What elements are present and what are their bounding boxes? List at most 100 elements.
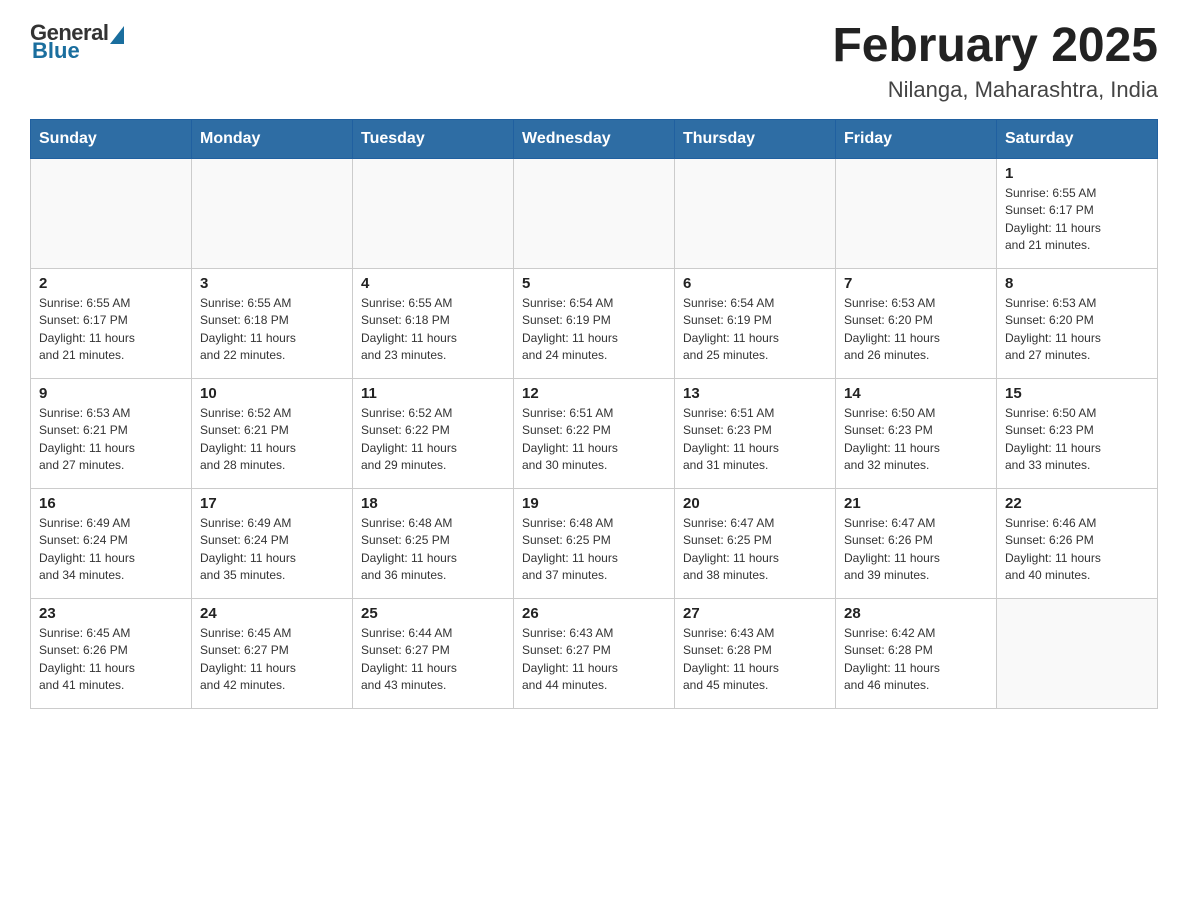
calendar-cell: 1Sunrise: 6:55 AMSunset: 6:17 PMDaylight… bbox=[997, 158, 1158, 268]
weekday-header-wednesday: Wednesday bbox=[514, 119, 675, 158]
day-number: 19 bbox=[522, 495, 666, 512]
day-number: 15 bbox=[1005, 385, 1149, 402]
day-info: Sunrise: 6:43 AMSunset: 6:27 PMDaylight:… bbox=[522, 625, 666, 695]
calendar-cell bbox=[192, 158, 353, 268]
day-number: 3 bbox=[200, 275, 344, 292]
day-info: Sunrise: 6:45 AMSunset: 6:27 PMDaylight:… bbox=[200, 625, 344, 695]
day-number: 26 bbox=[522, 605, 666, 622]
day-info: Sunrise: 6:48 AMSunset: 6:25 PMDaylight:… bbox=[522, 515, 666, 585]
calendar-cell: 9 Sunrise: 6:53 AMSunset: 6:21 PMDaylight… bbox=[31, 378, 192, 488]
calendar-cell: 27 Sunrise: 6:43 AMSunset: 6:28 PMDayligh… bbox=[675, 598, 836, 708]
page-header: General Blue February 2025 Nilanga, Maha… bbox=[30, 20, 1158, 103]
day-info: Sunrise: 6:43 AMSunset: 6:28 PMDaylight:… bbox=[683, 625, 827, 695]
calendar-table: SundayMondayTuesdayWednesdayThursdayFrid… bbox=[30, 119, 1158, 709]
day-number: 25 bbox=[361, 605, 505, 622]
day-info: Sunrise: 6:55 AMSunset: 6:18 PMDaylight:… bbox=[361, 295, 505, 365]
calendar-cell: 25 Sunrise: 6:44 AMSunset: 6:27 PMDayligh… bbox=[353, 598, 514, 708]
day-info: Sunrise: 6:55 AMSunset: 6:17 PMDaylight:… bbox=[39, 295, 183, 365]
calendar-cell: 8 Sunrise: 6:53 AMSunset: 6:20 PMDaylight… bbox=[997, 268, 1158, 378]
logo-triangle-icon bbox=[110, 26, 124, 44]
calendar-week-row: 1Sunrise: 6:55 AMSunset: 6:17 PMDaylight… bbox=[31, 158, 1158, 268]
calendar-cell bbox=[997, 598, 1158, 708]
day-info: Sunrise: 6:45 AMSunset: 6:26 PMDaylight:… bbox=[39, 625, 183, 695]
calendar-cell: 7 Sunrise: 6:53 AMSunset: 6:20 PMDaylight… bbox=[836, 268, 997, 378]
calendar-cell: 6 Sunrise: 6:54 AMSunset: 6:19 PMDaylight… bbox=[675, 268, 836, 378]
calendar-cell: 22 Sunrise: 6:46 AMSunset: 6:26 PMDayligh… bbox=[997, 488, 1158, 598]
weekday-header-sunday: Sunday bbox=[31, 119, 192, 158]
weekday-header-monday: Monday bbox=[192, 119, 353, 158]
day-info: Sunrise: 6:53 AMSunset: 6:20 PMDaylight:… bbox=[1005, 295, 1149, 365]
calendar-cell: 5Sunrise: 6:54 AMSunset: 6:19 PMDaylight… bbox=[514, 268, 675, 378]
calendar-week-row: 23 Sunrise: 6:45 AMSunset: 6:26 PMDayligh… bbox=[31, 598, 1158, 708]
calendar-cell: 26 Sunrise: 6:43 AMSunset: 6:27 PMDayligh… bbox=[514, 598, 675, 708]
calendar-cell: 16Sunrise: 6:49 AMSunset: 6:24 PMDayligh… bbox=[31, 488, 192, 598]
calendar-cell: 4Sunrise: 6:55 AMSunset: 6:18 PMDaylight… bbox=[353, 268, 514, 378]
day-info: Sunrise: 6:54 AMSunset: 6:19 PMDaylight:… bbox=[522, 295, 666, 365]
day-number: 24 bbox=[200, 605, 344, 622]
calendar-cell: 21 Sunrise: 6:47 AMSunset: 6:26 PMDayligh… bbox=[836, 488, 997, 598]
day-number: 23 bbox=[39, 605, 183, 622]
day-number: 20 bbox=[683, 495, 827, 512]
day-info: Sunrise: 6:55 AMSunset: 6:17 PMDaylight:… bbox=[1005, 185, 1149, 255]
day-info: Sunrise: 6:52 AMSunset: 6:21 PMDaylight:… bbox=[200, 405, 344, 475]
calendar-cell: 17 Sunrise: 6:49 AMSunset: 6:24 PMDayligh… bbox=[192, 488, 353, 598]
calendar-cell: 28Sunrise: 6:42 AMSunset: 6:28 PMDayligh… bbox=[836, 598, 997, 708]
day-info: Sunrise: 6:46 AMSunset: 6:26 PMDaylight:… bbox=[1005, 515, 1149, 585]
calendar-cell: 20 Sunrise: 6:47 AMSunset: 6:25 PMDayligh… bbox=[675, 488, 836, 598]
day-info: Sunrise: 6:51 AMSunset: 6:23 PMDaylight:… bbox=[683, 405, 827, 475]
day-info: Sunrise: 6:53 AMSunset: 6:21 PMDaylight:… bbox=[39, 405, 183, 475]
logo: General Blue bbox=[30, 20, 124, 64]
weekday-header-thursday: Thursday bbox=[675, 119, 836, 158]
calendar-week-row: 2 Sunrise: 6:55 AMSunset: 6:17 PMDaylight… bbox=[31, 268, 1158, 378]
day-number: 11 bbox=[361, 385, 505, 402]
calendar-cell: 12Sunrise: 6:51 AMSunset: 6:22 PMDayligh… bbox=[514, 378, 675, 488]
day-number: 2 bbox=[39, 275, 183, 292]
calendar-cell: 19 Sunrise: 6:48 AMSunset: 6:25 PMDayligh… bbox=[514, 488, 675, 598]
day-info: Sunrise: 6:50 AMSunset: 6:23 PMDaylight:… bbox=[844, 405, 988, 475]
day-info: Sunrise: 6:53 AMSunset: 6:20 PMDaylight:… bbox=[844, 295, 988, 365]
day-info: Sunrise: 6:47 AMSunset: 6:25 PMDaylight:… bbox=[683, 515, 827, 585]
day-info: Sunrise: 6:52 AMSunset: 6:22 PMDaylight:… bbox=[361, 405, 505, 475]
calendar-cell: 3 Sunrise: 6:55 AMSunset: 6:18 PMDaylight… bbox=[192, 268, 353, 378]
day-info: Sunrise: 6:47 AMSunset: 6:26 PMDaylight:… bbox=[844, 515, 988, 585]
calendar-cell: 18Sunrise: 6:48 AMSunset: 6:25 PMDayligh… bbox=[353, 488, 514, 598]
day-number: 12 bbox=[522, 385, 666, 402]
calendar-cell bbox=[353, 158, 514, 268]
weekday-header-tuesday: Tuesday bbox=[353, 119, 514, 158]
calendar-week-row: 16Sunrise: 6:49 AMSunset: 6:24 PMDayligh… bbox=[31, 488, 1158, 598]
calendar-cell bbox=[675, 158, 836, 268]
day-number: 8 bbox=[1005, 275, 1149, 292]
calendar-header-row: SundayMondayTuesdayWednesdayThursdayFrid… bbox=[31, 119, 1158, 158]
day-number: 14 bbox=[844, 385, 988, 402]
day-info: Sunrise: 6:50 AMSunset: 6:23 PMDaylight:… bbox=[1005, 405, 1149, 475]
calendar-cell: 14 Sunrise: 6:50 AMSunset: 6:23 PMDayligh… bbox=[836, 378, 997, 488]
logo-blue-text: Blue bbox=[30, 38, 80, 64]
calendar-cell: 2 Sunrise: 6:55 AMSunset: 6:17 PMDaylight… bbox=[31, 268, 192, 378]
calendar-cell: 10Sunrise: 6:52 AMSunset: 6:21 PMDayligh… bbox=[192, 378, 353, 488]
calendar-cell: 15 Sunrise: 6:50 AMSunset: 6:23 PMDayligh… bbox=[997, 378, 1158, 488]
day-info: Sunrise: 6:55 AMSunset: 6:18 PMDaylight:… bbox=[200, 295, 344, 365]
day-info: Sunrise: 6:42 AMSunset: 6:28 PMDaylight:… bbox=[844, 625, 988, 695]
day-info: Sunrise: 6:54 AMSunset: 6:19 PMDaylight:… bbox=[683, 295, 827, 365]
calendar-cell: 24 Sunrise: 6:45 AMSunset: 6:27 PMDayligh… bbox=[192, 598, 353, 708]
day-number: 6 bbox=[683, 275, 827, 292]
calendar-title: February 2025 bbox=[832, 20, 1158, 73]
day-number: 22 bbox=[1005, 495, 1149, 512]
day-number: 17 bbox=[200, 495, 344, 512]
day-info: Sunrise: 6:49 AMSunset: 6:24 PMDaylight:… bbox=[200, 515, 344, 585]
day-number: 13 bbox=[683, 385, 827, 402]
weekday-header-friday: Friday bbox=[836, 119, 997, 158]
calendar-cell: 23 Sunrise: 6:45 AMSunset: 6:26 PMDayligh… bbox=[31, 598, 192, 708]
calendar-week-row: 9 Sunrise: 6:53 AMSunset: 6:21 PMDaylight… bbox=[31, 378, 1158, 488]
day-number: 9 bbox=[39, 385, 183, 402]
calendar-cell bbox=[31, 158, 192, 268]
calendar-cell: 11 Sunrise: 6:52 AMSunset: 6:22 PMDayligh… bbox=[353, 378, 514, 488]
day-number: 21 bbox=[844, 495, 988, 512]
title-block: February 2025 Nilanga, Maharashtra, Indi… bbox=[832, 20, 1158, 103]
calendar-subtitle: Nilanga, Maharashtra, India bbox=[832, 77, 1158, 103]
day-number: 7 bbox=[844, 275, 988, 292]
weekday-header-saturday: Saturday bbox=[997, 119, 1158, 158]
day-number: 27 bbox=[683, 605, 827, 622]
day-info: Sunrise: 6:44 AMSunset: 6:27 PMDaylight:… bbox=[361, 625, 505, 695]
calendar-cell: 13 Sunrise: 6:51 AMSunset: 6:23 PMDayligh… bbox=[675, 378, 836, 488]
